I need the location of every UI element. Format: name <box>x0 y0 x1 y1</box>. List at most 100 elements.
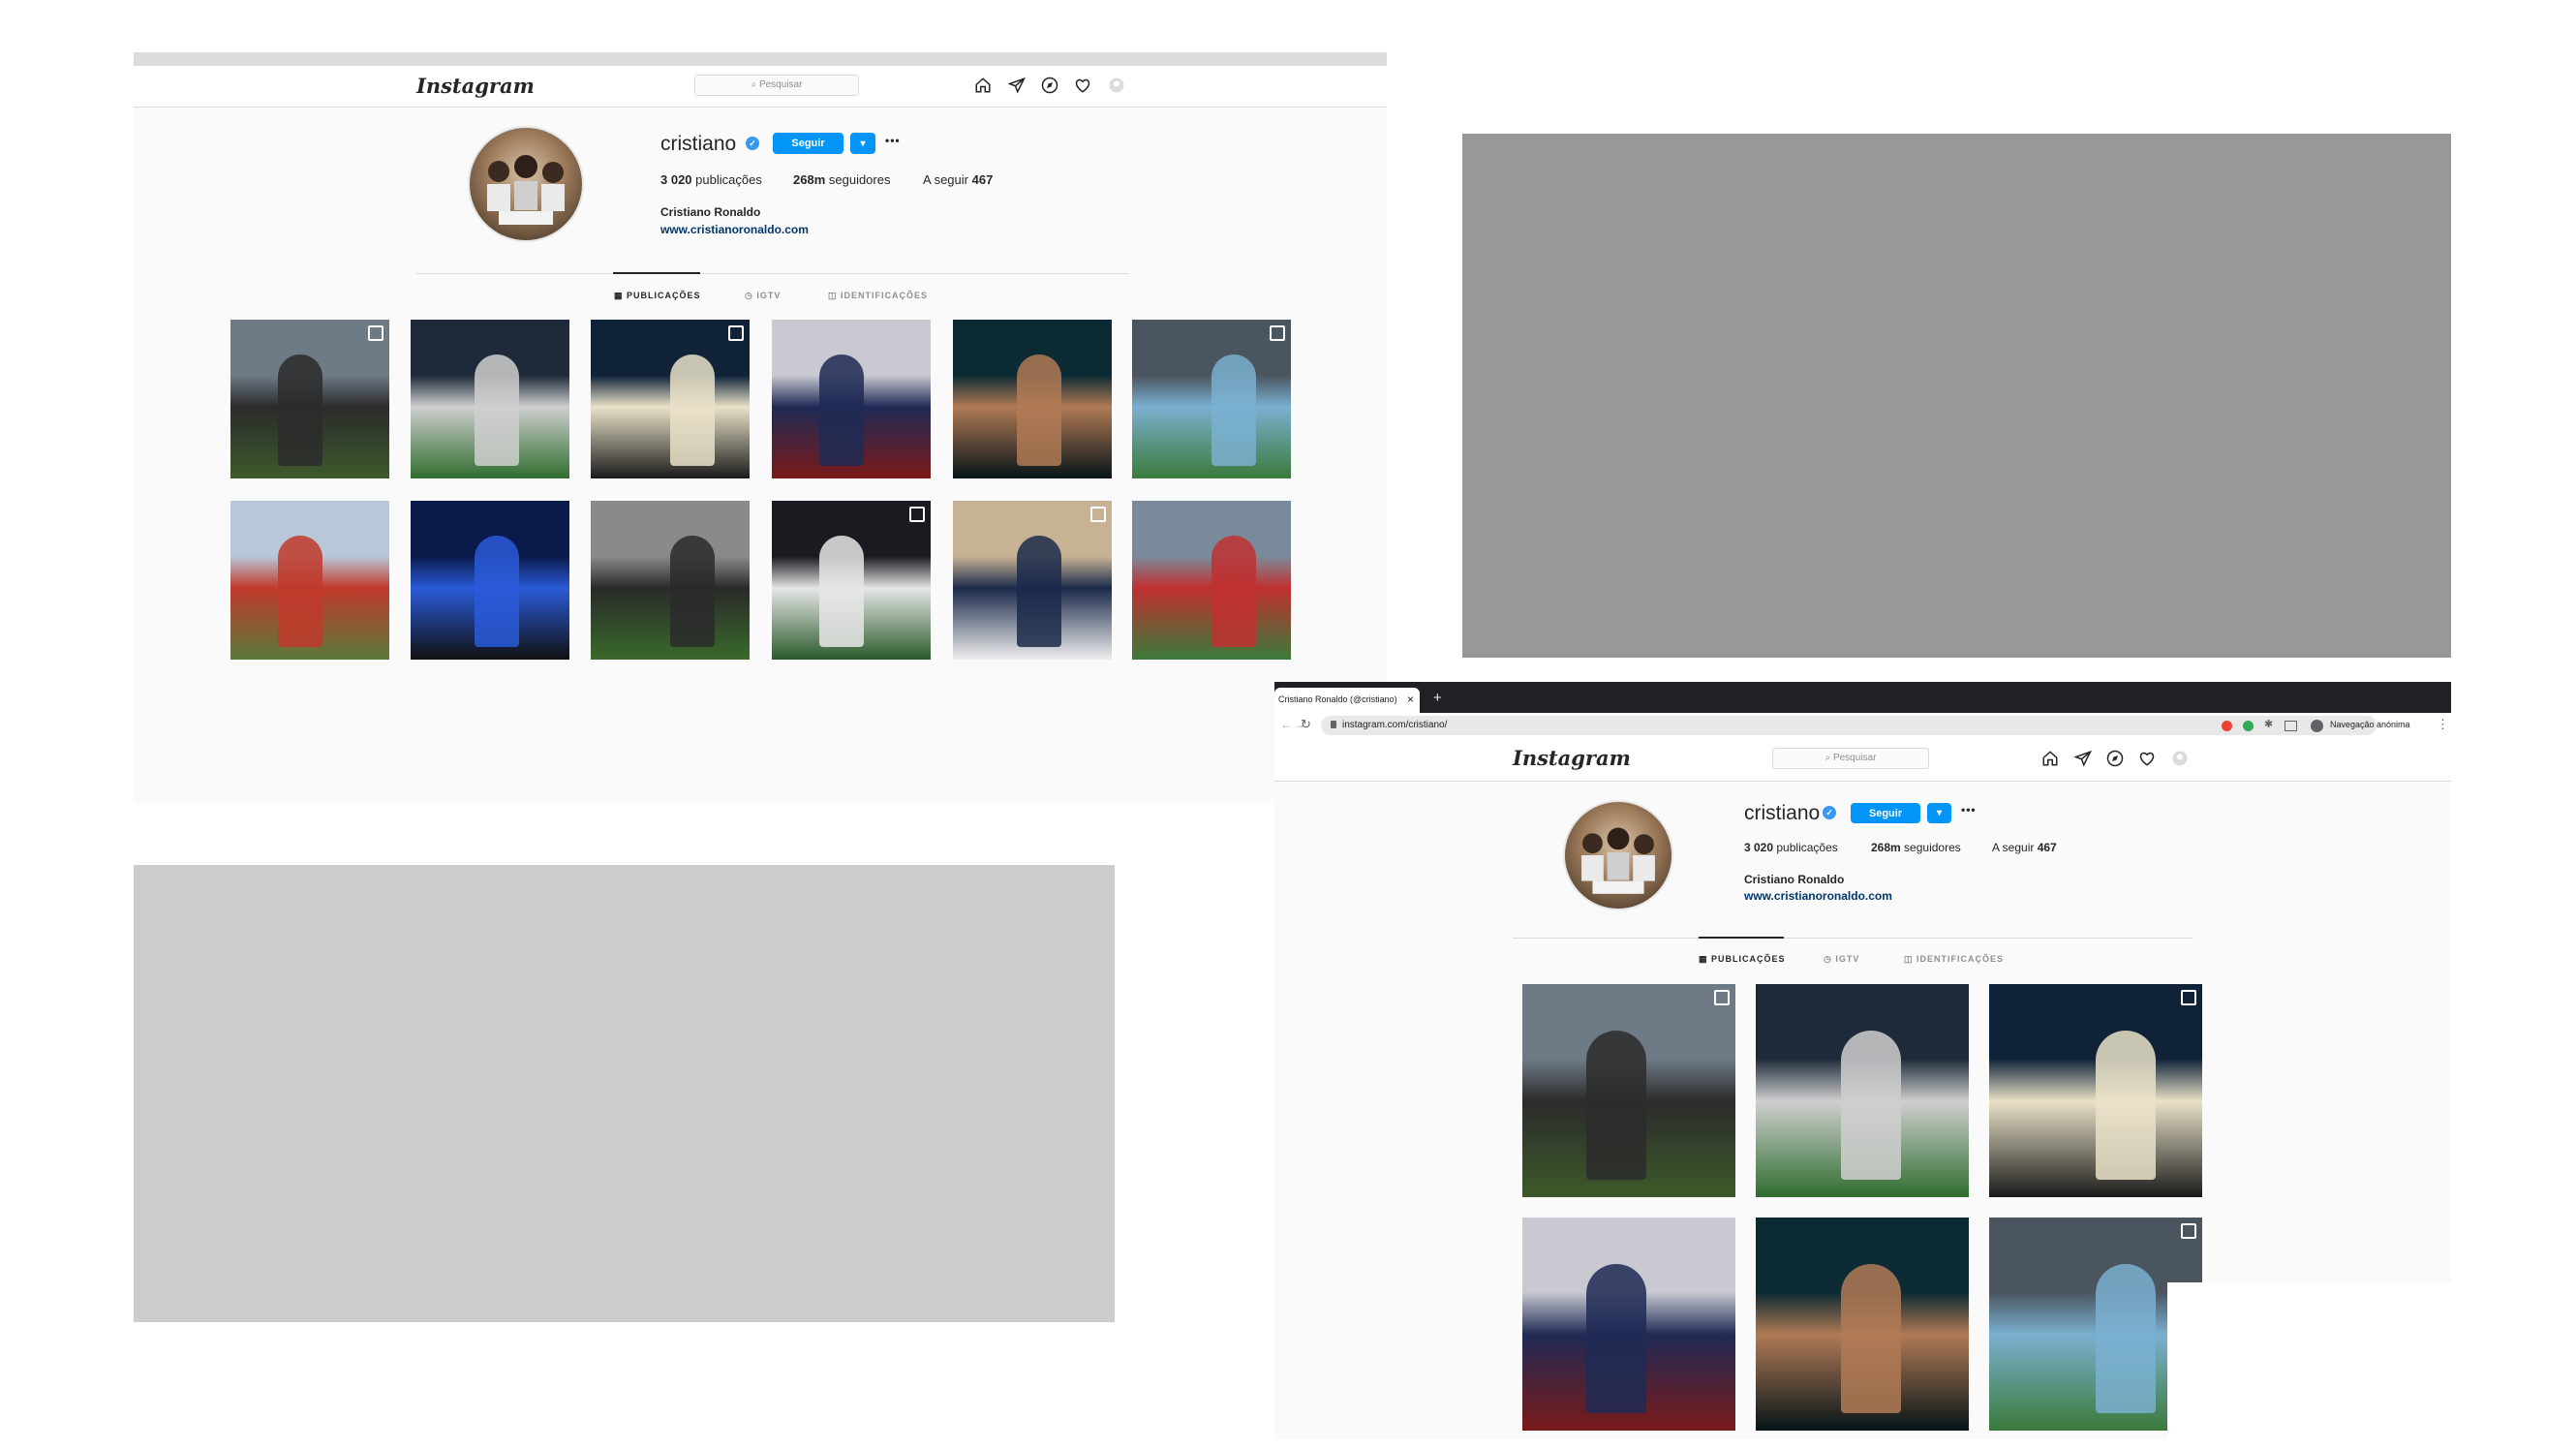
post-thumbnail[interactable] <box>772 320 931 478</box>
lock-icon <box>1331 721 1336 728</box>
profile-website-link[interactable]: www.cristianoronaldo.com <box>1744 889 1892 903</box>
post-thumbnail[interactable] <box>1756 984 1969 1197</box>
photo-subject <box>1016 536 1061 647</box>
heart-icon[interactable] <box>2137 749 2157 768</box>
reload-icon[interactable]: ↻ <box>1301 717 1311 732</box>
carousel-icon <box>1714 990 1730 1005</box>
following-count[interactable]: A seguir 467 <box>923 172 993 187</box>
photo-subject <box>1016 355 1061 466</box>
placeholder-box-light <box>134 865 1115 1322</box>
browser-tab-title: Cristiano Ronaldo (@cristiano) <box>1278 694 1397 704</box>
instagram-logo[interactable]: Instagram <box>1513 746 1631 770</box>
browser-tab[interactable]: Cristiano Ronaldo (@cristiano) × <box>1274 688 1420 713</box>
tab-identificacoes[interactable]: ◫ IDENTIFICAÇÕES <box>1904 954 2004 965</box>
placeholder-box-dark <box>1462 134 2451 658</box>
profile-full-name: Cristiano Ronaldo <box>1744 873 1845 886</box>
photo-subject <box>278 355 323 466</box>
suggested-dropdown-button[interactable]: ▾ <box>1927 803 1951 823</box>
tabs-divider <box>416 273 1129 274</box>
carousel-icon <box>728 325 744 341</box>
browser-menu-icon[interactable]: ⋮ <box>2437 717 2449 732</box>
post-thumbnail[interactable] <box>772 501 931 660</box>
follow-button[interactable]: Seguir <box>773 133 843 154</box>
posts-count[interactable]: 3 020 publicações <box>660 172 762 187</box>
screenshot-instagram-desktop: Instagram ⌕ Pesquisar cristiano ✓ Seguir… <box>134 52 1387 803</box>
tab-identificacoes[interactable]: ◫ IDENTIFICAÇÕES <box>828 291 928 301</box>
photo-subject <box>819 536 865 647</box>
browser-tab-bar: Cristiano Ronaldo (@cristiano) × + <box>1274 682 2451 713</box>
photo-subject <box>2096 1031 2156 1181</box>
extension-red-icon[interactable] <box>2222 721 2232 731</box>
more-options-icon[interactable]: ••• <box>1961 803 1977 817</box>
tab-publicacoes[interactable]: ▦ PUBLICAÇÕES <box>1699 954 1786 965</box>
post-thumbnail[interactable] <box>1522 1218 1735 1431</box>
url-bar[interactable]: instagram.com/cristiano/ <box>1321 716 2377 735</box>
puzzle-icon[interactable]: ✱ <box>2264 718 2273 730</box>
profile-website-link[interactable]: www.cristianoronaldo.com <box>660 223 809 236</box>
heart-icon[interactable] <box>1073 76 1092 95</box>
profile-icon[interactable] <box>1107 76 1126 95</box>
posts-count[interactable]: 3 020 publicações <box>1744 841 1838 854</box>
photo-subject <box>1841 1264 1901 1414</box>
instagram-logo[interactable]: Instagram <box>416 74 535 98</box>
photo-subject <box>1586 1264 1646 1414</box>
post-thumbnail[interactable] <box>1756 1218 1969 1431</box>
instagram-navbar: Instagram ⌕ Pesquisar <box>1274 738 2451 782</box>
browser-address-bar: ← → ↻ instagram.com/cristiano/ ✱ Navegaç… <box>1274 713 2451 739</box>
tab-close-icon[interactable]: × <box>1407 693 1414 706</box>
photo-subject <box>474 355 519 466</box>
explore-icon[interactable] <box>1040 76 1059 95</box>
followers-count[interactable]: 268m seguidores <box>1871 841 1961 854</box>
search-input[interactable]: ⌕ Pesquisar <box>694 75 859 96</box>
photo-subject <box>474 536 519 647</box>
post-thumbnail[interactable] <box>953 320 1112 478</box>
url-text: instagram.com/cristiano/ <box>1342 720 1448 730</box>
post-thumbnail[interactable] <box>591 320 750 478</box>
post-thumbnail[interactable] <box>411 501 569 660</box>
profile-avatar[interactable] <box>468 126 584 242</box>
photo-subject <box>819 355 865 466</box>
post-thumbnail[interactable] <box>1989 984 2202 1197</box>
tabs-divider <box>1513 938 2193 939</box>
profile-username: cristiano <box>660 133 737 155</box>
tab-igtv[interactable]: ◷ IGTV <box>745 291 781 301</box>
profile-avatar[interactable] <box>1563 800 1673 910</box>
new-tab-button[interactable]: + <box>1433 690 1442 706</box>
photo-subject <box>2096 1264 2156 1414</box>
tab-publicacoes[interactable]: ▦ PUBLICAÇÕES <box>614 291 701 301</box>
instagram-navbar: Instagram ⌕ Pesquisar <box>134 66 1387 108</box>
followers-count[interactable]: 268m seguidores <box>793 172 890 187</box>
carousel-icon <box>909 507 925 522</box>
photo-subject <box>670 355 715 466</box>
search-input[interactable]: ⌕ Pesquisar <box>1772 748 1929 769</box>
explore-icon[interactable] <box>2105 749 2125 768</box>
post-thumbnail[interactable] <box>411 320 569 478</box>
home-icon[interactable] <box>2040 749 2060 768</box>
suggested-dropdown-button[interactable]: ▾ <box>850 133 875 154</box>
carousel-icon <box>1090 507 1106 522</box>
profile-icon[interactable] <box>2170 749 2190 768</box>
direct-icon[interactable] <box>1007 76 1027 95</box>
following-count[interactable]: A seguir 467 <box>1992 841 2057 854</box>
post-thumbnail[interactable] <box>1132 501 1291 660</box>
direct-icon[interactable] <box>2073 749 2093 768</box>
photo-subject <box>670 536 715 647</box>
profile-username: cristiano <box>1744 802 1821 824</box>
post-thumbnail[interactable] <box>1522 984 1735 1197</box>
carousel-icon <box>368 325 383 341</box>
extension-green-icon[interactable] <box>2243 721 2254 731</box>
home-icon[interactable] <box>973 76 993 95</box>
follow-button[interactable]: Seguir <box>1851 803 1920 823</box>
photo-subject <box>1211 355 1256 466</box>
cast-icon[interactable] <box>2285 721 2297 731</box>
back-icon[interactable]: ← <box>1280 718 1292 731</box>
post-thumbnail[interactable] <box>591 501 750 660</box>
post-thumbnail[interactable] <box>953 501 1112 660</box>
post-thumbnail[interactable] <box>1132 320 1291 478</box>
tab-igtv[interactable]: ◷ IGTV <box>1824 954 1859 965</box>
browser-chrome-strip <box>134 52 1387 66</box>
post-thumbnail[interactable] <box>230 320 389 478</box>
post-thumbnail[interactable] <box>230 501 389 660</box>
more-options-icon[interactable]: ••• <box>885 134 901 147</box>
active-tab-indicator <box>613 272 700 274</box>
